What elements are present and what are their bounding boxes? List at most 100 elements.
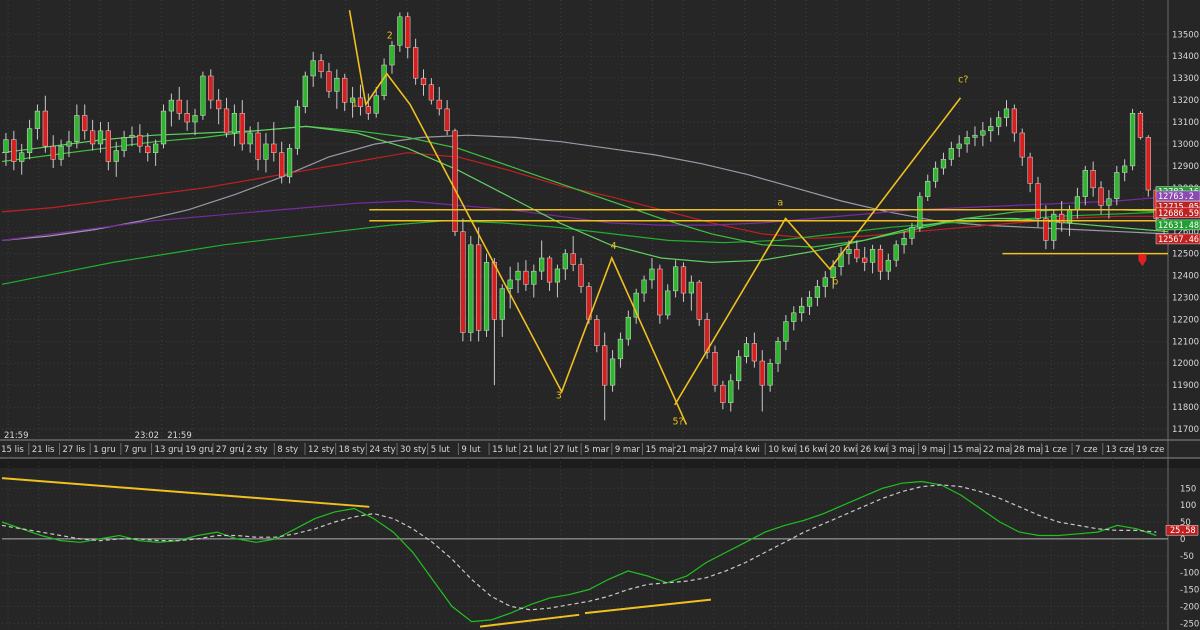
- date-tick-label: 13 cze: [1106, 445, 1134, 455]
- candle-body: [279, 152, 285, 178]
- date-tick-label: 15 lis: [1, 445, 24, 455]
- date-tick-label: 30 sty: [400, 445, 426, 455]
- osc-tick-label: -250: [1180, 619, 1199, 629]
- candle-body: [373, 95, 379, 114]
- candle-body: [594, 319, 600, 346]
- osc-tick-label: 150: [1180, 484, 1196, 494]
- candle-body: [302, 75, 308, 107]
- candle-body: [696, 281, 702, 320]
- date-tick-label: 8 sty: [277, 445, 298, 455]
- wave-label: c?: [958, 75, 968, 86]
- candle-body: [917, 196, 923, 228]
- candle-body: [1019, 132, 1025, 158]
- price-tick-label: 13300: [1172, 74, 1199, 84]
- candle-body: [657, 268, 663, 316]
- candle-body: [554, 268, 561, 283]
- candle-body: [712, 352, 718, 386]
- candle-body: [231, 113, 238, 134]
- candle-body: [1098, 187, 1104, 206]
- candle-body: [365, 106, 371, 114]
- osc-tick-label: 100: [1180, 501, 1196, 511]
- candle-body: [736, 356, 742, 382]
- date-tick-label: 15 lut: [492, 445, 517, 455]
- candle-body: [531, 270, 537, 285]
- candle-body: [775, 341, 781, 364]
- date-tick-label: 9 mar: [615, 445, 641, 455]
- candle-body: [97, 130, 104, 145]
- candle-body: [326, 71, 332, 92]
- candle-body: [145, 145, 151, 153]
- candle-body: [452, 130, 458, 232]
- date-tick-label: 21 mar: [676, 445, 707, 455]
- candle-body: [720, 384, 726, 403]
- candle-body: [420, 77, 427, 86]
- candle-body: [948, 148, 954, 160]
- candle-body: [192, 115, 198, 123]
- date-tick-label: 15 mar: [646, 445, 677, 455]
- date-tick-label: 7 cze: [1075, 445, 1097, 455]
- candle-body: [82, 115, 88, 132]
- date-tick-label: 21 lis: [32, 445, 55, 455]
- candle-body: [476, 244, 482, 331]
- candle-body: [1129, 113, 1136, 167]
- candle-body: [318, 60, 324, 72]
- candle-body: [799, 305, 805, 314]
- price-tick-label: 11700: [1172, 425, 1199, 435]
- candle-body: [743, 343, 750, 357]
- candle-body: [806, 297, 813, 307]
- price-tick-label: 11800: [1172, 403, 1199, 413]
- candle-body: [66, 141, 72, 147]
- candle-body: [436, 99, 442, 110]
- candle-body: [428, 84, 434, 101]
- price-tick-label: 12100: [1172, 337, 1199, 347]
- candle-body: [814, 286, 821, 298]
- wave-label: 5?: [672, 417, 683, 428]
- chart-background: [0, 0, 1200, 630]
- date-tick-label: 20 kwi: [830, 445, 858, 455]
- price-tick-label: 13100: [1172, 118, 1199, 128]
- candle-body: [239, 113, 245, 145]
- date-tick-label: 28 maj: [1014, 445, 1043, 455]
- date-tick-label: 27 gru: [216, 445, 244, 455]
- date-tick-label: 1 gru: [93, 445, 115, 455]
- candle-body: [129, 134, 135, 138]
- price-tick-label: 11900: [1172, 381, 1199, 391]
- candle-body: [216, 99, 222, 110]
- price-tick-label: 12400: [1172, 272, 1199, 282]
- candle-body: [19, 152, 25, 162]
- candle-body: [562, 253, 568, 270]
- date-tick-label: 9 lut: [461, 445, 481, 455]
- candle-body: [200, 75, 206, 116]
- candle-body: [1082, 170, 1088, 197]
- candle-body: [342, 77, 348, 103]
- osc-tick-label: 0: [1180, 535, 1185, 545]
- candle-body: [1003, 108, 1010, 118]
- candle-body: [405, 16, 411, 48]
- date-tick-label: 27 mar: [707, 445, 738, 455]
- candle-body: [208, 75, 214, 101]
- candle-body: [460, 231, 466, 333]
- candle-body: [546, 257, 553, 283]
- price-tick-label: 12200: [1172, 315, 1199, 325]
- date-tick-label: 3 maj: [891, 445, 915, 455]
- candle-body: [1035, 183, 1041, 219]
- candle-body: [357, 97, 364, 107]
- candle-body: [791, 312, 797, 322]
- candle-body: [972, 134, 978, 138]
- candle-body: [980, 130, 986, 136]
- candle-body: [507, 279, 513, 289]
- candle-body: [885, 259, 891, 272]
- candle-body: [483, 262, 490, 331]
- candle-body: [641, 279, 647, 294]
- price-tick-label: 13200: [1172, 96, 1199, 106]
- candle-body: [286, 148, 293, 178]
- date-tick-label: 1 cze: [1044, 445, 1066, 455]
- trading-chart[interactable]: 1 2 3 4 5? a b c? 15 lis 21 lis 27 lis 1 gru 7 gru 1…: [0, 0, 1200, 630]
- candle-body: [50, 145, 56, 160]
- price-tick-label: 12000: [1172, 359, 1199, 369]
- candle-body: [1145, 137, 1151, 191]
- candle-body: [1122, 165, 1128, 173]
- candle-body: [515, 270, 521, 281]
- candle-body: [389, 45, 395, 66]
- candle-body: [869, 248, 876, 263]
